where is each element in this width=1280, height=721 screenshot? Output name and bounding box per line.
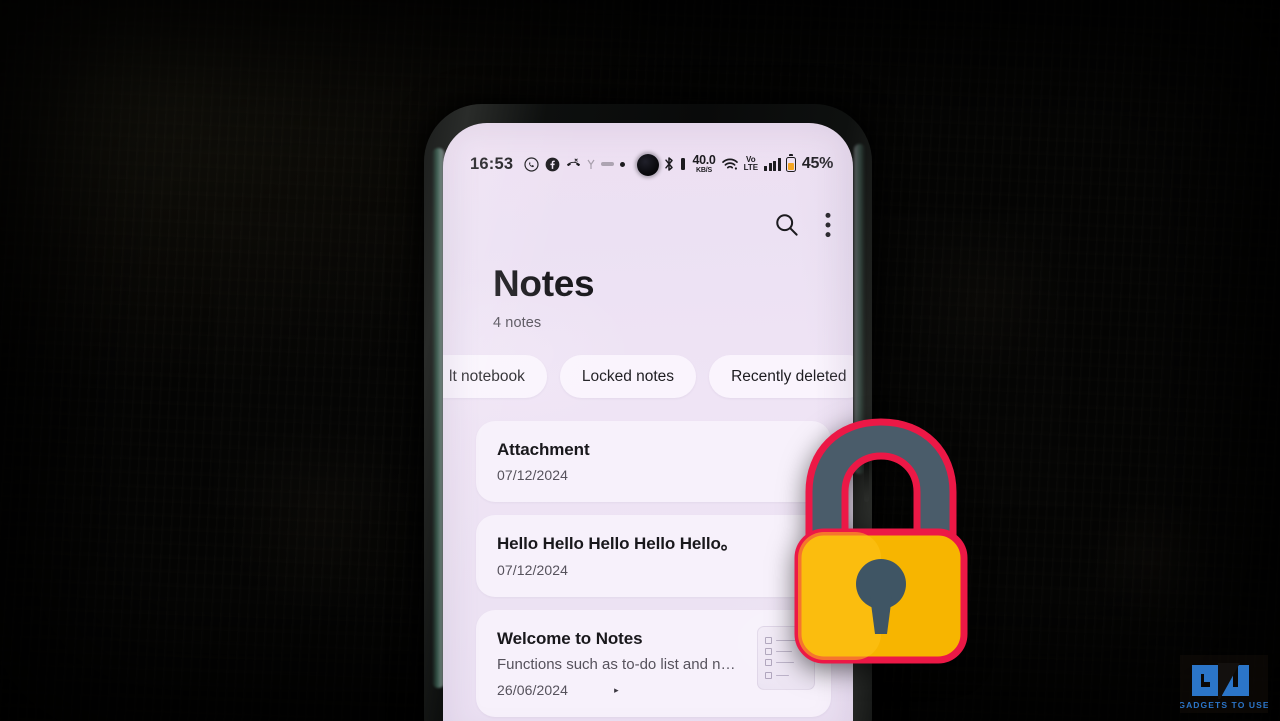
- note-date: 07/12/2024: [497, 561, 569, 578]
- wifi-icon: [721, 158, 738, 171]
- chip-locked-notes[interactable]: Locked notes: [559, 355, 697, 398]
- notebook-filter-chips: lt notebook Locked notes Recently delete…: [443, 355, 853, 398]
- missed-call-icon: [566, 157, 581, 172]
- facebook-icon: [545, 157, 560, 172]
- logo-letter-g: [1192, 665, 1219, 696]
- watermark-logo: GADGETS TO USE: [1180, 655, 1268, 713]
- app-bar-actions: [773, 211, 831, 238]
- chip-recently-deleted[interactable]: Recently deleted: [709, 355, 853, 398]
- note-title: Hello Hello Hello Hello Hello。: [497, 534, 738, 554]
- status-bar-system-icons: 40.0 KB/S Vo LTE 45%: [663, 154, 833, 174]
- table-row[interactable]: Welcome to Notes Functions such as to-do…: [476, 609, 831, 717]
- volte-line-2: LTE: [743, 163, 759, 172]
- battery-icon: [785, 154, 796, 172]
- faint-icon-b: [601, 162, 615, 166]
- notes-count-label: 4 notes: [493, 315, 542, 331]
- alarm-bar-icon: [680, 157, 686, 171]
- note-date-text: 26/06/2024: [497, 681, 569, 698]
- search-icon[interactable]: [773, 211, 800, 238]
- dot-icon: [620, 161, 626, 167]
- page-header: Notes 4 notes: [493, 263, 595, 331]
- more-vertical-icon[interactable]: [825, 212, 831, 238]
- scene-background: 16:53 40.0 KB/S Vo LTE 45% Notes 4 notes…: [0, 0, 1280, 721]
- chip-default-notebook[interactable]: lt notebook: [443, 355, 547, 398]
- watermark-brand-text: GADGETS TO USE: [1180, 700, 1268, 710]
- bluetooth-icon: [663, 156, 675, 172]
- page-title: Notes: [493, 263, 595, 304]
- note-preview: Functions such as to-do list and n…: [497, 656, 736, 674]
- network-speed-indicator: 40.0 KB/S: [692, 154, 715, 174]
- notes-list: Attachment 07/12/2024 Hello Hello Hello …: [476, 421, 831, 721]
- note-title: Attachment: [497, 440, 590, 459]
- network-speed-unit: KB/S: [696, 167, 712, 174]
- whatsapp-icon: [524, 156, 539, 172]
- status-bar-time: 16:53: [470, 154, 514, 173]
- padlock-icon: [790, 412, 972, 668]
- signal-bars-icon: [764, 157, 781, 171]
- battery-percent-label: 45%: [801, 155, 833, 172]
- volte-indicator: Vo LTE: [743, 155, 759, 172]
- table-row[interactable]: Hello Hello Hello Hello Hello。 07/12/202…: [476, 515, 831, 597]
- note-date: 07/12/2024: [497, 467, 569, 484]
- note-marker-icon: ▸: [614, 684, 619, 695]
- faint-icon-a: [587, 159, 595, 170]
- table-row[interactable]: Attachment 07/12/2024: [476, 421, 831, 503]
- status-bar-notification-icons: [524, 156, 626, 172]
- network-speed-value: 40.0: [692, 153, 716, 167]
- front-camera-punch-hole: [637, 154, 659, 176]
